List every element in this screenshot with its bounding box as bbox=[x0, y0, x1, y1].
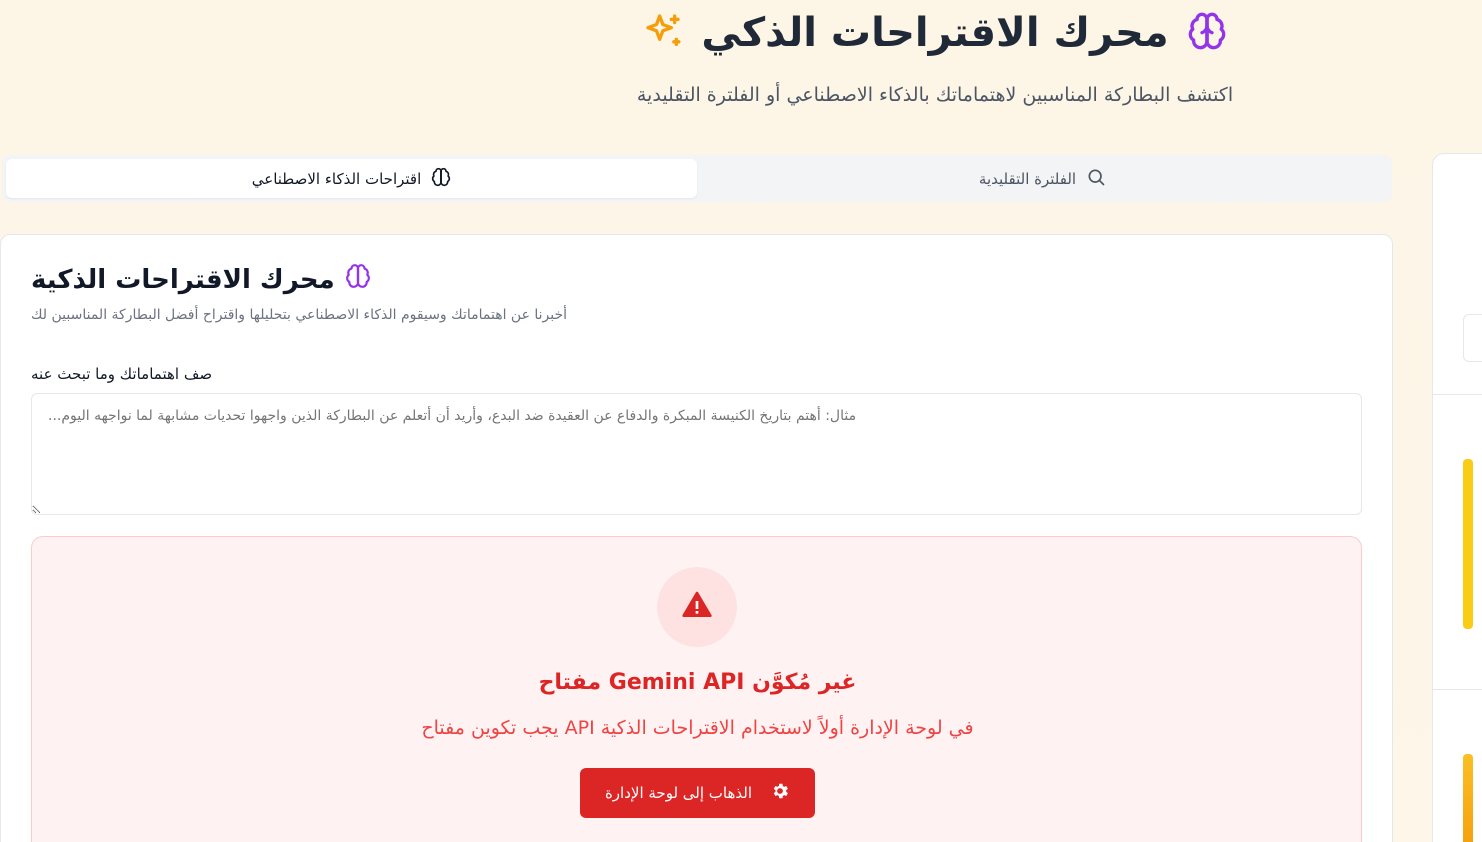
tab-traditional-filter[interactable]: الفلترة التقليدية bbox=[697, 159, 1388, 198]
mode-tabs: اقتراحات الذكاء الاصطناعي الفلترة التقلي… bbox=[2, 155, 1392, 202]
side-panel-progress-bar bbox=[1463, 459, 1473, 629]
search-icon bbox=[1086, 167, 1106, 191]
go-to-admin-label: الذهاب إلى لوحة الإدارة bbox=[604, 784, 753, 802]
tab-traditional-filter-label: الفلترة التقليدية bbox=[978, 169, 1077, 188]
gear-icon bbox=[770, 781, 790, 805]
interests-textarea[interactable] bbox=[31, 393, 1362, 515]
ai-suggestions-card: محرك الاقتراحات الذكية أخبرنا عن اهتماما… bbox=[0, 234, 1393, 842]
page-subtitle: اكتشف البطاركة المناسبين لاهتماماتك بالذ… bbox=[636, 84, 1234, 106]
page-header: محرك الاقتراحات الذكي اكتشف البطاركة الم… bbox=[0, 0, 1482, 140]
alert-icon-circle bbox=[657, 567, 737, 647]
page-title: محرك الاقتراحات الذكي bbox=[701, 10, 1169, 56]
warning-icon bbox=[681, 589, 713, 625]
tab-ai-suggestions[interactable]: اقتراحات الذكاء الاصطناعي bbox=[6, 159, 697, 198]
api-key-alert: غير مُكوَّن Gemini API مفتاح في لوحة الإ… bbox=[31, 536, 1362, 842]
side-panel-divider bbox=[1433, 689, 1482, 690]
go-to-admin-button[interactable]: الذهاب إلى لوحة الإدارة bbox=[580, 768, 815, 818]
page-title-row: محرك الاقتراحات الذكي bbox=[0, 10, 1482, 56]
alert-text: في لوحة الإدارة أولاً لاستخدام الاقتراحا… bbox=[421, 717, 974, 739]
brain-icon bbox=[431, 167, 451, 191]
sparkles-icon bbox=[643, 11, 683, 55]
side-panel-divider bbox=[1433, 394, 1482, 395]
brain-icon bbox=[1187, 11, 1227, 55]
side-panel bbox=[1432, 153, 1482, 842]
card-title-row: محرك الاقتراحات الذكية bbox=[31, 263, 371, 296]
brain-icon bbox=[345, 263, 371, 296]
side-panel-progress-bar bbox=[1463, 754, 1473, 842]
card-description: أخبرنا عن اهتماماتك وسيقوم الذكاء الاصطن… bbox=[31, 307, 568, 323]
interests-label: صف اهتماماتك وما تبحث عنه bbox=[31, 365, 213, 383]
alert-title: غير مُكوَّن Gemini API مفتاح bbox=[538, 670, 857, 695]
card-title: محرك الاقتراحات الذكية bbox=[31, 264, 335, 295]
side-panel-input[interactable] bbox=[1463, 314, 1482, 362]
tab-ai-suggestions-label: اقتراحات الذكاء الاصطناعي bbox=[251, 169, 422, 188]
